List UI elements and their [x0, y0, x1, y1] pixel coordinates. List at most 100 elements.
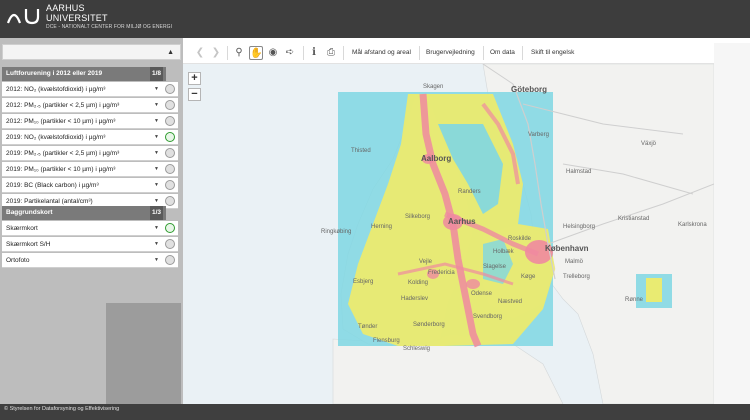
layer-row[interactable]: 2012: NO₂ (kvælstofdioxid) i µg/m³ ▼: [2, 82, 178, 97]
layer-row[interactable]: 2019: BC (Black carbon) i µg/m³ ▼: [2, 178, 178, 193]
zoom-in-button[interactable]: +: [188, 72, 201, 85]
power-toggle-icon[interactable]: [165, 100, 175, 110]
map-toolbar: ❮ ❯ ⚲ ✋ ◉ ➪ i ⎙ Mål afstand og areal Bru…: [183, 43, 714, 64]
power-toggle-icon[interactable]: [165, 116, 175, 126]
map-canvas[interactable]: [183, 64, 714, 404]
forward-icon[interactable]: ❯: [209, 46, 223, 60]
place-label: Roskilde: [508, 236, 532, 242]
legend-panel: [106, 303, 181, 406]
dropdown-arrow-icon[interactable]: ▼: [154, 86, 159, 92]
place-label: Göteborg: [511, 85, 547, 94]
layer-row[interactable]: Skærmkort ▼: [2, 221, 178, 236]
measure-pointer-icon[interactable]: ➪: [283, 46, 297, 60]
pan-hand-icon[interactable]: ✋: [249, 46, 263, 60]
user-guide-button[interactable]: Brugervejledning: [426, 49, 475, 56]
about-data-button[interactable]: Om data: [490, 49, 515, 56]
power-toggle-icon[interactable]: [165, 196, 175, 206]
toolbar-divider: [419, 46, 420, 60]
dropdown-arrow-icon[interactable]: ▼: [154, 166, 159, 172]
layer-row[interactable]: Ortofoto ▼: [2, 253, 178, 268]
layer-label: 2019: Partikelantal (antal/cm³): [6, 198, 93, 205]
toolbar-divider: [303, 46, 304, 60]
zoom-out-button[interactable]: −: [188, 88, 201, 101]
layer-label: 2019: BC (Black carbon) i µg/m³: [6, 182, 99, 189]
layer-label: 2019: PM₁₀ (partikler < 10 µm) i µg/m³: [6, 166, 116, 173]
sidebar-collapse-bar[interactable]: ▲: [2, 44, 181, 60]
layer-label: 2012: NO₂ (kvælstofdioxid) i µg/m³: [6, 86, 106, 93]
power-toggle-on-icon[interactable]: [165, 132, 175, 142]
measure-button[interactable]: Mål afstand og areal: [352, 49, 411, 56]
place-label: Aalborg: [421, 154, 452, 163]
dropdown-arrow-icon[interactable]: ▼: [154, 225, 159, 231]
place-label: Holbæk: [493, 249, 514, 255]
toolbar-divider: [227, 46, 228, 60]
back-icon[interactable]: ❮: [193, 46, 207, 60]
place-label: Thisted: [351, 148, 371, 154]
layer-label: 2012: PM₂.₅ (partikler < 2,5 µm) i µg/m³: [6, 102, 120, 109]
power-toggle-icon[interactable]: [165, 239, 175, 249]
place-label: Helsingborg: [563, 224, 596, 230]
dropdown-arrow-icon[interactable]: ▼: [154, 241, 159, 247]
place-label: Skagen: [423, 84, 444, 90]
place-label: Vejle: [419, 259, 433, 265]
toolbar-divider: [483, 46, 484, 60]
dropdown-arrow-icon[interactable]: ▼: [154, 182, 159, 188]
zoom-icon[interactable]: ⚲: [232, 46, 246, 60]
toolbar-divider: [522, 46, 523, 60]
power-toggle-icon[interactable]: [165, 180, 175, 190]
toolbar-divider: [343, 46, 344, 60]
aarhus-university-logo: [6, 9, 40, 25]
place-label: Trelleborg: [563, 274, 590, 280]
layer-label: 2012: PM₁₀ (partikler < 10 µm) i µg/m³: [6, 118, 116, 125]
university-name: AARHUS UNIVERSITET: [46, 3, 108, 23]
collapse-up-icon[interactable]: ▲: [167, 49, 174, 56]
place-label: København: [545, 244, 589, 253]
right-margin: [714, 43, 750, 404]
university-name-line1: AARHUS: [46, 3, 85, 13]
layer-group-count-pollution: 1/8: [150, 67, 163, 81]
switch-english-button[interactable]: Skift til engelsk: [531, 49, 574, 56]
place-label: Kristianstad: [618, 216, 650, 222]
dropdown-arrow-icon[interactable]: ▼: [154, 198, 159, 204]
layer-group-header-basemap[interactable]: Baggrundskort: [2, 206, 166, 220]
dropdown-arrow-icon[interactable]: ▼: [154, 257, 159, 263]
place-label: Esbjerg: [353, 279, 374, 285]
place-label: Haderslev: [401, 296, 429, 302]
odense-hotspot: [466, 279, 480, 289]
place-label: Sønderborg: [413, 322, 445, 328]
place-label: Varberg: [528, 132, 549, 138]
place-label: Køge: [521, 274, 536, 280]
power-toggle-on-icon[interactable]: [165, 223, 175, 233]
university-name-line2: UNIVERSITET: [46, 13, 108, 23]
layer-sidebar: ▲ Luftforurening i 2012 eller 2019 1/8 2…: [0, 38, 183, 406]
place-label: Slagelse: [483, 264, 507, 270]
dropdown-arrow-icon[interactable]: ▼: [154, 118, 159, 124]
place-label: Randers: [458, 189, 481, 195]
power-toggle-icon[interactable]: [165, 148, 175, 158]
place-label: Malmö: [565, 259, 584, 265]
print-icon[interactable]: ⎙: [324, 46, 338, 60]
place-label: Schleswig: [403, 346, 431, 352]
layer-group-header-pollution[interactable]: Luftforurening i 2012 eller 2019: [2, 67, 166, 81]
app-header: AARHUS UNIVERSITET DCE - NATIONALT CENTE…: [0, 0, 750, 38]
dropdown-arrow-icon[interactable]: ▼: [154, 134, 159, 140]
layer-row[interactable]: 2012: PM₁₀ (partikler < 10 µm) i µg/m³ ▼: [2, 114, 178, 129]
place-label: Aarhus: [448, 217, 476, 226]
dropdown-arrow-icon[interactable]: ▼: [154, 102, 159, 108]
layer-row[interactable]: Skærmkort S/H ▼: [2, 237, 178, 252]
globe-icon[interactable]: ◉: [266, 46, 280, 60]
layer-row[interactable]: 2019: PM₁₀ (partikler < 10 µm) i µg/m³ ▼: [2, 162, 178, 177]
power-toggle-icon[interactable]: [165, 255, 175, 265]
place-label: Næstved: [498, 299, 523, 305]
layer-label: Skærmkort: [6, 225, 38, 232]
place-label: Odense: [471, 291, 493, 297]
power-toggle-icon[interactable]: [165, 164, 175, 174]
power-toggle-icon[interactable]: [165, 84, 175, 94]
dropdown-arrow-icon[interactable]: ▼: [154, 150, 159, 156]
place-label: Växjö: [641, 141, 657, 147]
layer-row[interactable]: 2019: PM₂.₅ (partikler < 2,5 µm) i µg/m³…: [2, 146, 178, 161]
layer-row[interactable]: 2019: NO₂ (kvælstofdioxid) i µg/m³ ▼: [2, 130, 178, 145]
layer-row[interactable]: 2012: PM₂.₅ (partikler < 2,5 µm) i µg/m³…: [2, 98, 178, 113]
info-icon[interactable]: i: [307, 46, 321, 60]
map-view[interactable]: Skagen Göteborg Thisted Aalborg Randers …: [183, 64, 714, 404]
